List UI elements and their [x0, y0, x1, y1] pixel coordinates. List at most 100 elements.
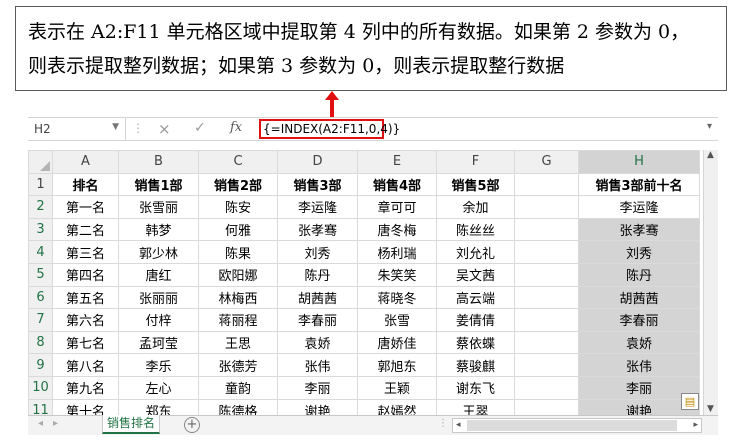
table-cell[interactable]: 杨利瑞 — [357, 240, 437, 264]
scroll-up-icon[interactable]: ▲ — [707, 150, 714, 160]
row-header-4[interactable]: 4 — [28, 240, 53, 264]
chevron-down-icon[interactable]: ▼ — [112, 122, 119, 132]
empty-cell[interactable] — [514, 172, 579, 197]
header-cell[interactable]: 销售2部 — [198, 172, 278, 197]
column-header-h[interactable]: H — [578, 150, 700, 174]
table-cell[interactable]: 童韵 — [198, 375, 278, 400]
horizontal-scrollbar[interactable]: ◂ ▸ — [452, 418, 702, 433]
table-cell[interactable]: 张德芳 — [198, 353, 278, 377]
column-header-d[interactable]: D — [277, 150, 358, 174]
select-all-corner[interactable] — [28, 150, 53, 174]
table-cell[interactable]: 刘允礼 — [436, 240, 515, 264]
table-cell[interactable]: 姜倩倩 — [436, 308, 515, 332]
table-cell[interactable]: 唐娇佳 — [357, 330, 437, 355]
table-cell[interactable]: 高云端 — [436, 285, 515, 310]
header-cell[interactable]: 销售5部 — [436, 172, 515, 197]
table-cell[interactable]: 第六名 — [52, 308, 119, 332]
table-cell[interactable]: 韩梦 — [118, 217, 199, 242]
row-header-3[interactable]: 3 — [28, 217, 53, 242]
table-cell[interactable]: 陈安 — [198, 195, 278, 219]
column-header-a[interactable]: A — [52, 150, 119, 174]
table-cell[interactable]: 张孝骞 — [277, 217, 358, 242]
header-cell[interactable]: 销售3部 — [277, 172, 358, 197]
table-cell[interactable]: 张雪丽 — [118, 195, 199, 219]
table-cell[interactable]: 第九名 — [52, 375, 119, 400]
result-cell[interactable]: 李春丽 — [578, 308, 700, 332]
table-cell[interactable]: 郭少林 — [118, 240, 199, 264]
column-header-b[interactable]: B — [118, 150, 199, 174]
table-cell[interactable]: 朱笑笑 — [357, 262, 437, 287]
result-cell[interactable]: 袁娇 — [578, 330, 700, 355]
table-cell[interactable]: 余加 — [436, 195, 515, 219]
table-cell[interactable]: 刘秀 — [277, 240, 358, 264]
table-cell[interactable]: 陈丹 — [277, 262, 358, 287]
table-cell[interactable]: 郭旭东 — [357, 353, 437, 377]
scroll-right-icon[interactable]: ▸ — [693, 420, 698, 430]
table-cell[interactable]: 李运隆 — [277, 195, 358, 219]
table-cell[interactable]: 李乐 — [118, 353, 199, 377]
table-cell[interactable]: 第一名 — [52, 195, 119, 219]
cancel-icon[interactable]: × — [158, 120, 171, 138]
table-cell[interactable]: 张伟 — [277, 353, 358, 377]
column-header-f[interactable]: F — [436, 150, 515, 174]
result-cell[interactable]: 刘秀 — [578, 240, 700, 264]
table-cell[interactable]: 第五名 — [52, 285, 119, 310]
table-cell[interactable]: 林梅西 — [198, 285, 278, 310]
table-cell[interactable]: 第三名 — [52, 240, 119, 264]
empty-cell[interactable] — [514, 262, 579, 287]
expand-formula-bar-icon[interactable]: ▾ — [707, 121, 712, 132]
table-cell[interactable]: 第四名 — [52, 262, 119, 287]
table-cell[interactable]: 第七名 — [52, 330, 119, 355]
table-cell[interactable]: 左心 — [118, 375, 199, 400]
table-cell[interactable]: 蒋丽程 — [198, 308, 278, 332]
vertical-scrollbar[interactable]: ▲ ▼ — [703, 150, 718, 415]
name-box[interactable]: H2 ▼ — [28, 118, 126, 140]
row-header-7[interactable]: 7 — [28, 308, 53, 332]
table-cell[interactable]: 章可可 — [357, 195, 437, 219]
sheet-tab-sales-rank[interactable]: 销售排名 — [102, 415, 160, 434]
scroll-thumb[interactable] — [467, 420, 677, 431]
header-cell[interactable]: 销售4部 — [357, 172, 437, 197]
cell-grid[interactable]: A B C D E F G H 1 排名 销售1部 销售2部 销售3部 销售4部 销售5部 销售3部前十名 2 第… — [28, 150, 700, 423]
scroll-left-icon[interactable]: ◂ — [456, 420, 461, 430]
result-header-cell[interactable]: 销售3部前十名 — [578, 172, 700, 197]
table-cell[interactable]: 第八名 — [52, 353, 119, 377]
empty-cell[interactable] — [514, 195, 579, 219]
row-header-8[interactable]: 8 — [28, 330, 53, 355]
header-cell[interactable]: 排名 — [52, 172, 119, 197]
table-cell[interactable]: 唐冬梅 — [357, 217, 437, 242]
result-cell[interactable]: 陈丹 — [578, 262, 700, 287]
table-cell[interactable]: 袁娇 — [277, 330, 358, 355]
row-header-5[interactable]: 5 — [28, 262, 53, 287]
table-cell[interactable]: 唐红 — [118, 262, 199, 287]
table-cell[interactable]: 欧阳娜 — [198, 262, 278, 287]
table-cell[interactable]: 王思 — [198, 330, 278, 355]
empty-cell[interactable] — [514, 330, 579, 355]
empty-cell[interactable] — [514, 308, 579, 332]
column-header-c[interactable]: C — [198, 150, 278, 174]
empty-cell[interactable] — [514, 375, 579, 400]
result-cell[interactable]: 胡茜茜 — [578, 285, 700, 310]
empty-cell[interactable] — [514, 353, 579, 377]
table-cell[interactable]: 谢东飞 — [436, 375, 515, 400]
table-cell[interactable]: 李丽 — [277, 375, 358, 400]
insert-function-icon[interactable]: fx — [230, 120, 242, 135]
table-cell[interactable]: 第二名 — [52, 217, 119, 242]
empty-cell[interactable] — [514, 240, 579, 264]
column-header-e[interactable]: E — [357, 150, 437, 174]
table-cell[interactable]: 陈果 — [198, 240, 278, 264]
empty-cell[interactable] — [514, 285, 579, 310]
column-header-g[interactable]: G — [514, 150, 579, 174]
result-cell[interactable]: 张伟 — [578, 353, 700, 377]
table-cell[interactable]: 孟珂莹 — [118, 330, 199, 355]
result-cell[interactable]: 李运隆 — [578, 195, 700, 219]
empty-cell[interactable] — [514, 217, 579, 242]
result-cell[interactable]: 张孝骞 — [578, 217, 700, 242]
add-sheet-icon[interactable]: + — [184, 417, 200, 433]
table-cell[interactable]: 张雪 — [357, 308, 437, 332]
table-cell[interactable]: 胡茜茜 — [277, 285, 358, 310]
table-cell[interactable]: 蒋晓冬 — [357, 285, 437, 310]
scroll-down-icon[interactable]: ▼ — [707, 404, 714, 414]
row-header-10[interactable]: 10 — [28, 375, 53, 400]
table-cell[interactable]: 付梓 — [118, 308, 199, 332]
